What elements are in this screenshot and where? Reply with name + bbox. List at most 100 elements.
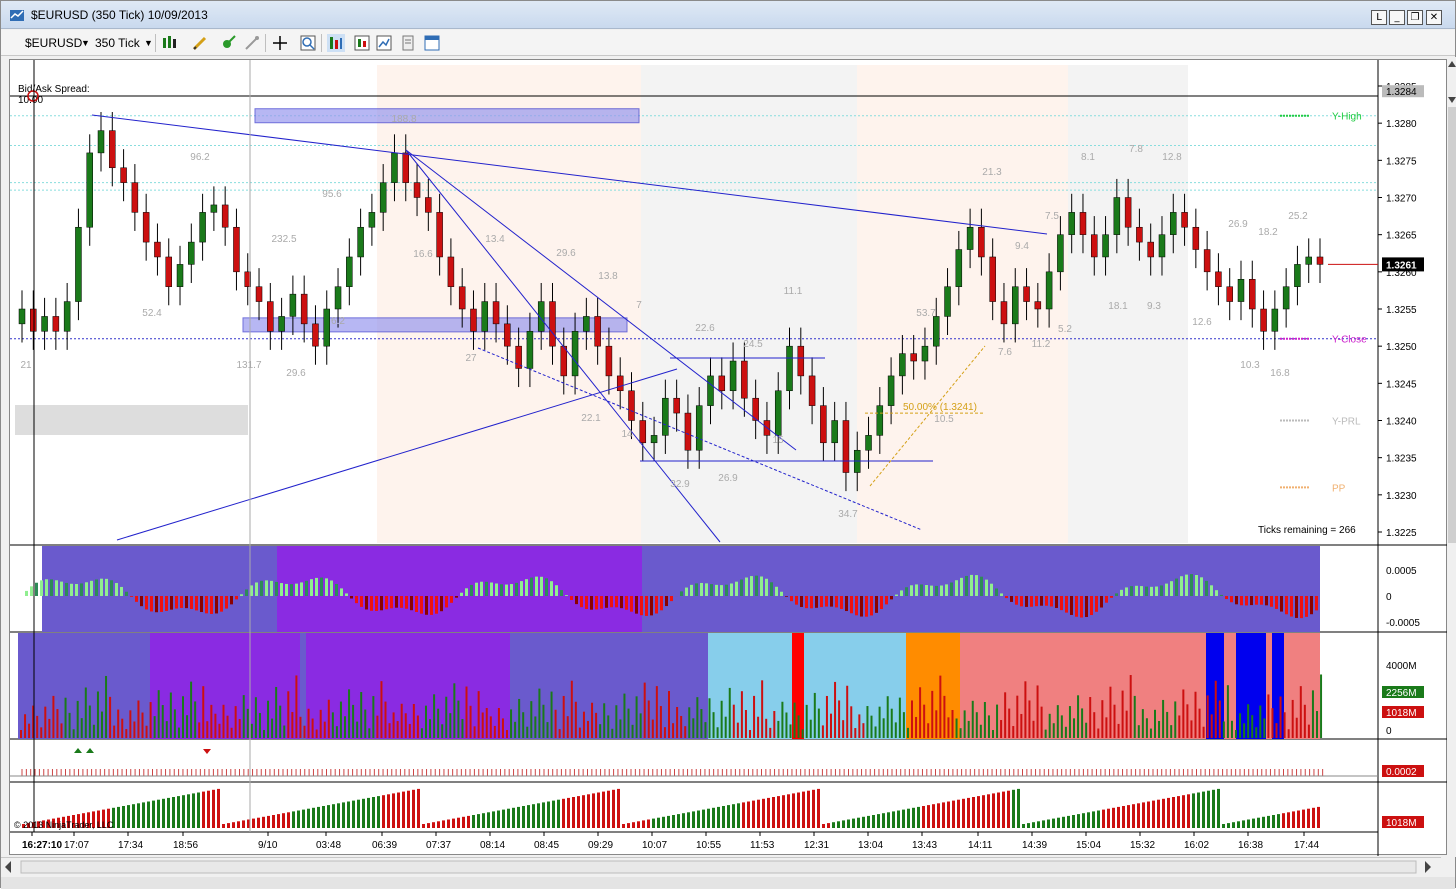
volume-bar	[644, 683, 646, 738]
volume-bar	[202, 686, 204, 738]
cumulative-bar	[297, 811, 300, 829]
cumulative-bar	[307, 809, 310, 828]
momentum-bar	[950, 583, 953, 596]
volume-zone	[1284, 633, 1320, 739]
swing-label: 15	[772, 435, 784, 446]
cumulative-bar	[147, 802, 150, 829]
indicators-icon[interactable]	[327, 34, 345, 52]
zoom-icon[interactable]	[299, 34, 317, 52]
cumulative-bar	[692, 811, 695, 828]
cumulative-bar	[1127, 805, 1130, 828]
cumulative-bar	[422, 824, 425, 828]
volume-bar	[1162, 700, 1164, 738]
candle-body	[482, 302, 488, 332]
candle-body	[1294, 264, 1300, 286]
volume-bar	[1219, 701, 1221, 738]
volume-bar	[883, 718, 885, 738]
cumulative-bar	[262, 817, 265, 828]
swing-label: 7.8	[1129, 144, 1143, 155]
candle-body	[1159, 235, 1165, 257]
chevron-down-icon[interactable]: ▼	[81, 35, 90, 51]
cumulative-bar	[917, 807, 920, 828]
instrument-selector[interactable]: $EURUSD	[25, 35, 82, 51]
drawing-tool-icon[interactable]	[191, 34, 209, 52]
volume-bar	[640, 713, 642, 738]
volume-bar	[324, 722, 326, 738]
volume-bar	[1004, 692, 1006, 738]
price-tick-label: 1.3240	[1386, 417, 1417, 428]
volume-bar	[530, 701, 532, 738]
momentum-bar	[410, 596, 413, 610]
momentum-bar	[465, 588, 468, 596]
volume-bar	[89, 706, 91, 738]
cumulative-bar	[1197, 793, 1200, 829]
time-label: 08:14	[480, 840, 505, 851]
cumulative-bar	[752, 801, 755, 828]
link-button[interactable]: L	[1371, 10, 1387, 25]
cumulative-bar	[667, 816, 670, 828]
volume-bar	[1263, 718, 1265, 738]
chart-properties-icon[interactable]	[375, 34, 393, 52]
momentum-bar	[890, 596, 893, 599]
momentum-bar	[620, 596, 623, 608]
volume-bar	[781, 702, 783, 738]
momentum-bar	[150, 596, 153, 611]
restore-button[interactable]: ❐	[1407, 10, 1423, 25]
price-chart-svg[interactable]: Y-HighY-CloseY-PRLPP50.00% (1.3241)96.25…	[10, 60, 1448, 856]
horizontal-scrollbar[interactable]	[1, 857, 1441, 875]
cumulative-bar	[202, 792, 205, 828]
momentum-bar	[630, 596, 633, 612]
level-label: Y-Close	[1332, 335, 1367, 346]
candle-body	[1136, 227, 1142, 242]
momentum-bar	[660, 596, 663, 610]
volume-bar	[263, 730, 265, 738]
candle-body	[945, 287, 951, 317]
chevron-down-icon[interactable]: ▼	[144, 35, 153, 51]
volume-bar	[417, 716, 419, 738]
time-label: 12:31	[804, 840, 829, 851]
chart-area[interactable]: Y-HighY-CloseY-PRLPP50.00% (1.3241)96.25…	[9, 59, 1447, 855]
cumulative-bar	[1117, 807, 1120, 828]
cumulative-bar	[1147, 802, 1150, 829]
vertical-scrollbar[interactable]	[1447, 57, 1456, 857]
cumulative-bar	[1172, 797, 1175, 828]
volume-bar	[628, 709, 630, 738]
volume-bar	[109, 697, 111, 738]
minimize-button[interactable]: _	[1389, 10, 1405, 25]
momentum-bar	[530, 578, 533, 596]
momentum-bar	[280, 583, 283, 596]
momentum-bar	[225, 596, 228, 609]
momentum-bar	[910, 585, 913, 596]
volume-zone	[150, 633, 300, 739]
templates-icon[interactable]	[423, 34, 441, 52]
volume-bar	[814, 693, 816, 738]
data-box-icon[interactable]	[399, 34, 417, 52]
volume-bar	[332, 712, 334, 738]
pointer-tool-icon[interactable]	[243, 34, 261, 52]
crosshair-icon[interactable]	[271, 34, 289, 52]
momentum-bar	[45, 579, 48, 596]
strategies-icon[interactable]	[353, 34, 371, 52]
momentum-bar	[710, 584, 713, 596]
cumulative-bar	[1042, 820, 1045, 828]
bar-style-icon[interactable]	[161, 34, 179, 52]
volume-bar	[449, 713, 451, 738]
cumulative-bar	[712, 808, 715, 828]
volume-bar	[1073, 718, 1075, 738]
volume-bar	[154, 716, 156, 738]
cumulative-bar	[432, 822, 435, 828]
momentum-bar	[1245, 596, 1248, 605]
momentum-bar	[800, 596, 803, 607]
momentum-bar	[430, 596, 433, 615]
cumulative-bar	[922, 806, 925, 828]
momentum-bar	[840, 596, 843, 609]
cumulative-bar	[1002, 792, 1005, 828]
close-button[interactable]: ✕	[1426, 10, 1442, 25]
volume-bar	[830, 714, 832, 738]
candle-body	[1057, 235, 1063, 272]
title-bar[interactable]: $EURUSD (350 Tick) 10/09/2013 L _ ❐ ✕	[1, 1, 1455, 29]
crosshair-tool-icon[interactable]	[219, 34, 237, 52]
period-selector[interactable]: 350 Tick	[95, 35, 140, 51]
momentum-bar	[1085, 596, 1088, 617]
momentum-bar	[945, 584, 948, 596]
